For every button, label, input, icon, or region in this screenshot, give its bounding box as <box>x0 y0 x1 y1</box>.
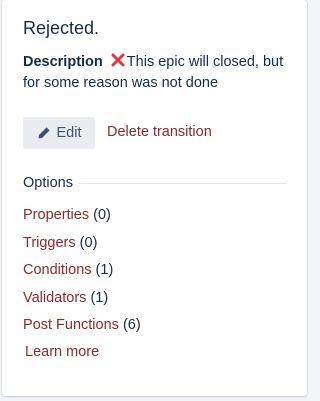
edit-button[interactable]: Edit <box>23 117 95 149</box>
properties-link[interactable]: Properties <box>23 207 89 223</box>
post-functions-link[interactable]: Post Functions <box>23 317 119 333</box>
options-label: Options <box>23 175 73 191</box>
conditions-count: (1) <box>95 262 114 279</box>
validators-link[interactable]: Validators <box>23 290 86 306</box>
cross-mark-icon <box>111 53 125 67</box>
option-properties: Properties (0) <box>23 205 141 233</box>
transition-panel: Rejected. Description This epic will clo… <box>2 0 307 396</box>
learn-more-link[interactable]: Learn more <box>25 344 99 360</box>
properties-count: (0) <box>93 207 111 223</box>
options-list: Properties (0) Triggers (0) Conditions (… <box>23 205 141 343</box>
description-label: Description <box>23 54 103 70</box>
triggers-count: (0) <box>79 234 98 251</box>
option-triggers: Triggers (0) <box>23 233 141 261</box>
transition-description: Description This epic will closed, but f… <box>23 52 291 94</box>
delete-transition-link[interactable]: Delete transition <box>107 124 212 140</box>
transition-title: Rejected. <box>23 18 100 38</box>
triggers-link[interactable]: Triggers <box>23 235 76 251</box>
edit-button-label: Edit <box>56 125 82 141</box>
validators-count: (1) <box>90 289 109 306</box>
pencil-icon <box>38 127 50 139</box>
option-post-functions: Post Functions (6) <box>23 315 141 343</box>
options-header: Options <box>23 175 287 191</box>
post-functions-count: (6) <box>122 317 141 334</box>
options-divider <box>78 182 287 184</box>
option-validators: Validators (1) <box>23 288 141 316</box>
option-conditions: Conditions (1) <box>23 260 141 288</box>
conditions-link[interactable]: Conditions <box>23 262 92 278</box>
